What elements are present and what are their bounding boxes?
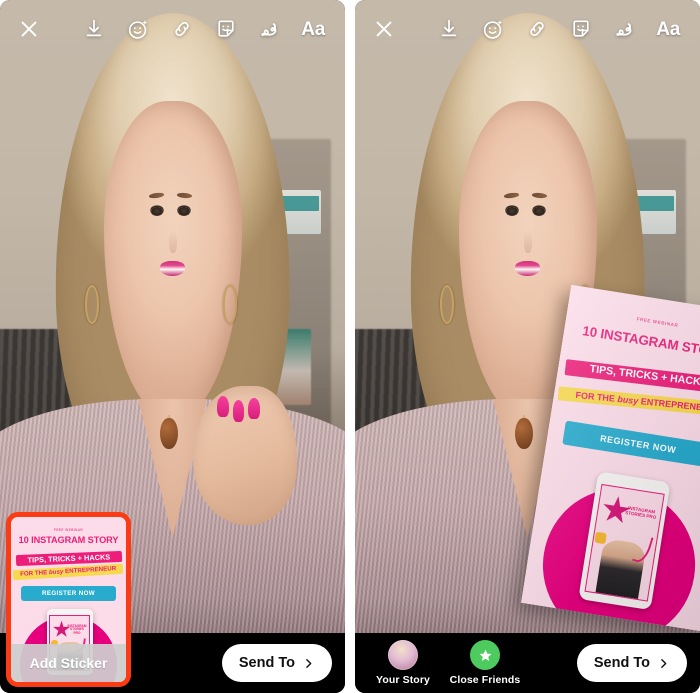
- flyer-band-two-prefix: FOR THE: [574, 389, 618, 404]
- lips: [160, 261, 185, 276]
- audience-your-story[interactable]: Your Story: [371, 640, 435, 686]
- fingernail: [232, 400, 245, 422]
- eye-left: [151, 207, 163, 216]
- wall-card-accent: [636, 196, 675, 212]
- audience-label: Your Story: [376, 674, 430, 686]
- green-star-icon: [470, 640, 500, 670]
- close-icon[interactable]: [369, 18, 399, 40]
- chevron-right-icon: [306, 658, 312, 668]
- link-icon[interactable]: [524, 16, 550, 42]
- eyebrow-left: [503, 192, 520, 199]
- fingernail: [217, 395, 229, 418]
- eyebrow-right: [532, 192, 548, 199]
- send-to-label: Send To: [593, 655, 650, 671]
- earring-right: [222, 284, 237, 325]
- draw-icon[interactable]: [612, 16, 638, 42]
- text-tool-aa[interactable]: Aa: [301, 20, 325, 39]
- flyer-band-two: FOR THE busy ENTREPRENEUR: [557, 385, 700, 418]
- download-icon[interactable]: [81, 16, 107, 42]
- audience-close-friends[interactable]: Close Friends: [450, 640, 520, 686]
- send-to-button-right[interactable]: Send To: [576, 644, 687, 682]
- eyebrow-left: [148, 192, 165, 199]
- eye-left: [506, 207, 518, 216]
- flyer-badge: [594, 531, 607, 544]
- editor-toolbar-left: Aa: [0, 0, 345, 58]
- wall-card-accent: [281, 196, 320, 212]
- screenshot-root: Aa FREE WEBINAR 10 INSTAGRAM STORY TIPS,…: [0, 0, 700, 693]
- star-icon: [479, 649, 491, 661]
- flyer-phone-screen: INSTAGRAM STORIES PRO: [584, 483, 665, 602]
- text-tool-aa[interactable]: Aa: [656, 20, 680, 39]
- toolbar-icons-right: Aa: [436, 16, 686, 42]
- avatar: [388, 640, 418, 670]
- flyer-band-two-prefix: FOR THE: [20, 568, 50, 578]
- bottom-bar-right: Your Story Close Friends Send To: [355, 633, 700, 693]
- arrow-icon: [632, 533, 654, 565]
- fingernail: [248, 397, 260, 420]
- eye-right: [178, 207, 190, 216]
- smiley-sparkle-icon[interactable]: [125, 16, 151, 42]
- eye-right: [533, 207, 545, 216]
- subject-hand: [193, 386, 297, 526]
- flyer-cta-button: REGISTER NOW: [21, 586, 116, 602]
- chevron-right-icon: [661, 658, 667, 668]
- flyer-band-two-suffix: ENTREPRENEUR: [63, 564, 117, 575]
- send-to-button-left[interactable]: Send To: [221, 644, 332, 682]
- flyer-headline: 10 INSTAGRAM STORY: [18, 534, 119, 545]
- earring-left: [439, 284, 454, 325]
- sticker-tray-thumbnail[interactable]: FREE WEBINAR 10 INSTAGRAM STORY TIPS, TR…: [6, 512, 131, 687]
- add-sticker-button[interactable]: Add Sticker: [11, 644, 126, 682]
- draw-icon[interactable]: [257, 16, 283, 42]
- flyer-band-two-italic: busy: [616, 393, 639, 406]
- phone-screen-right: FREE WEBINAR 10 INSTAGRAM STORY TIPS, TR…: [355, 0, 700, 693]
- toolbar-icons-left: Aa: [81, 16, 331, 42]
- editor-toolbar-right: Aa: [355, 0, 700, 58]
- nose: [169, 231, 177, 254]
- close-icon[interactable]: [14, 18, 44, 40]
- flyer-band-two-italic: busy: [49, 567, 64, 576]
- flyer-eyebrow: FREE WEBINAR: [53, 527, 84, 532]
- lips: [515, 261, 540, 276]
- necklace-pendant: [515, 417, 533, 450]
- phone-screen-left: Aa FREE WEBINAR 10 INSTAGRAM STORY TIPS,…: [0, 0, 345, 693]
- earring-left: [84, 284, 99, 325]
- audience-selector: Your Story Close Friends: [355, 640, 520, 686]
- link-icon[interactable]: [169, 16, 195, 42]
- audience-label: Close Friends: [449, 674, 521, 686]
- eyebrow-right: [177, 192, 193, 199]
- necklace-pendant: [160, 417, 178, 450]
- sticker-icon[interactable]: [213, 16, 239, 42]
- flyer-phone-text: INSTAGRAM STORIES PRO: [67, 623, 87, 635]
- download-icon[interactable]: [436, 16, 462, 42]
- smiley-sparkle-icon[interactable]: [480, 16, 506, 42]
- nose: [524, 231, 532, 254]
- flyer-band-two-suffix: ENTREPRENEUR: [640, 395, 700, 414]
- send-to-label: Send To: [238, 655, 295, 671]
- flyer-cta-button: REGISTER NOW: [562, 420, 700, 468]
- sticker-icon[interactable]: [568, 16, 594, 42]
- flyer-phone-text: INSTAGRAM STORIES PRO: [624, 505, 657, 520]
- flyer-band-two: FOR THE busy ENTREPRENEUR: [13, 563, 124, 580]
